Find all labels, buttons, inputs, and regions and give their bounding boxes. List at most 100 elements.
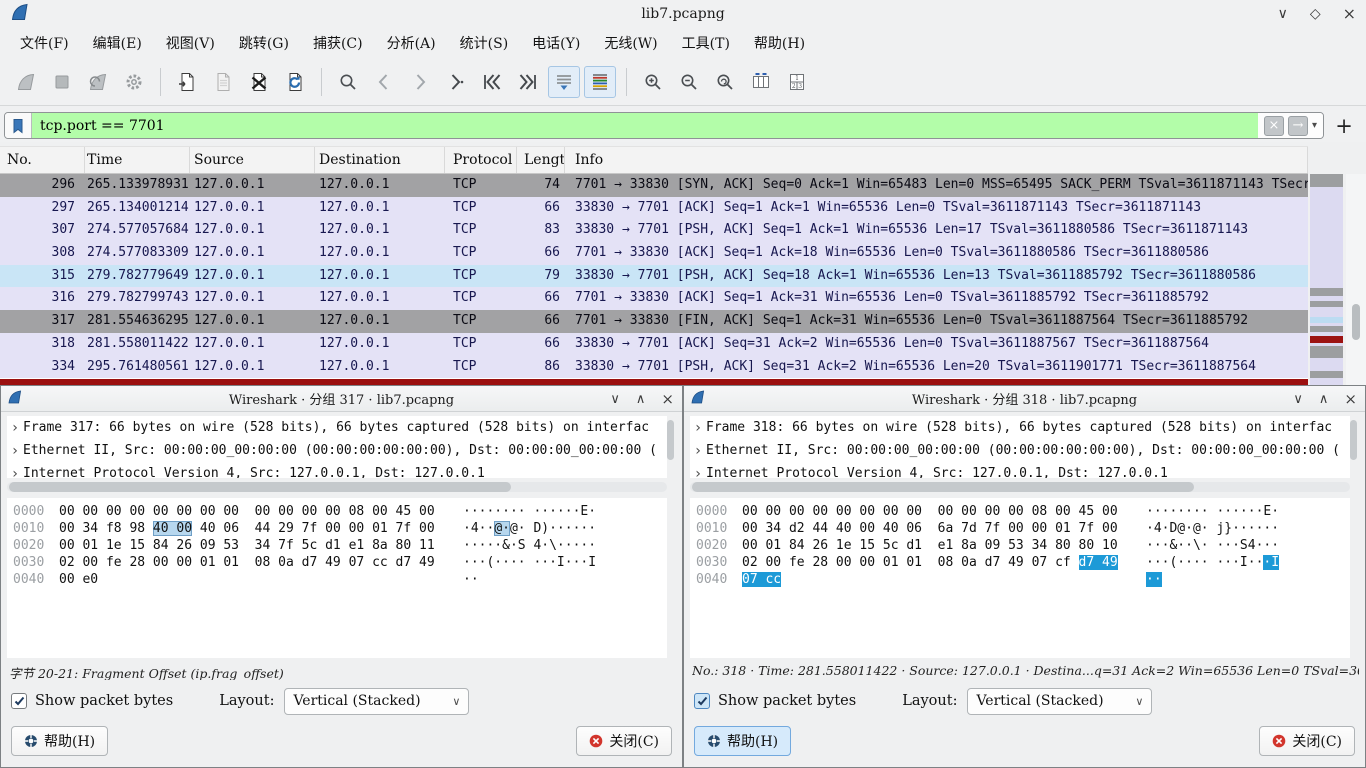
- auto-scroll-button[interactable]: [548, 66, 580, 98]
- restart-capture-button[interactable]: [82, 66, 114, 98]
- column-header-protocol[interactable]: Protocol: [445, 147, 517, 173]
- close-button[interactable]: ×: [661, 392, 674, 407]
- help-button[interactable]: 帮助(H): [11, 726, 108, 756]
- save-file-button[interactable]: [207, 66, 239, 98]
- go-last-button[interactable]: [512, 66, 544, 98]
- tree-horizontal-scrollbar[interactable]: [7, 482, 667, 492]
- column-header-no[interactable]: No.: [0, 147, 85, 173]
- packet-row[interactable]: 318281.558011422127.0.0.1127.0.0.1TCP663…: [0, 333, 1308, 356]
- resize-columns-button[interactable]: [745, 66, 777, 98]
- minimize-button[interactable]: ∨: [1278, 7, 1288, 21]
- capture-options-button[interactable]: [118, 66, 150, 98]
- hex-row[interactable]: 000000 00 00 00 00 00 00 00 00 00 00 00 …: [13, 503, 667, 520]
- close-button[interactable]: ×: [1344, 392, 1357, 407]
- packet-row[interactable]: 317281.554636295127.0.0.1127.0.0.1TCP667…: [0, 310, 1308, 333]
- menu-item[interactable]: 捕获(C): [301, 29, 375, 57]
- menu-item[interactable]: 视图(V): [154, 29, 227, 57]
- expander-icon[interactable]: ›: [7, 466, 23, 479]
- hex-row[interactable]: 003002 00 fe 28 00 00 01 01 08 0a d7 49 …: [13, 554, 667, 571]
- colorize-button[interactable]: [584, 66, 616, 98]
- close-file-button[interactable]: [243, 66, 275, 98]
- tree-row[interactable]: ›Frame 317: 66 bytes on wire (528 bits),…: [7, 416, 667, 439]
- minimize-button[interactable]: ∨: [610, 393, 620, 406]
- packet-row[interactable]: 308274.577083309127.0.0.1127.0.0.1TCP667…: [0, 242, 1308, 265]
- reload-file-button[interactable]: [279, 66, 311, 98]
- hex-row[interactable]: 003002 00 fe 28 00 00 01 01 08 0a d7 49 …: [696, 554, 1350, 571]
- packet-row-clipped-red[interactable]: [0, 378, 1308, 385]
- tree-horizontal-scrollbar[interactable]: [690, 482, 1350, 492]
- tree-row[interactable]: ›Internet Protocol Version 4, Src: 127.0…: [7, 462, 667, 478]
- zoom-in-button[interactable]: [637, 66, 669, 98]
- filter-add-button[interactable]: +: [1332, 112, 1356, 139]
- tree-row[interactable]: ›Frame 318: 66 bytes on wire (528 bits),…: [690, 416, 1350, 439]
- packet-row[interactable]: 307274.577057684127.0.0.1127.0.0.1TCP833…: [0, 219, 1308, 242]
- hex-row[interactable]: 004007 cc··: [696, 571, 1350, 588]
- menu-item[interactable]: 工具(T): [670, 29, 742, 57]
- start-capture-button[interactable]: [10, 66, 42, 98]
- packet-minimap-scrollbar[interactable]: [1310, 174, 1343, 385]
- filter-clear-button[interactable]: ×: [1264, 116, 1284, 136]
- dialog-title-bar[interactable]: Wireshark · 分组 317 · lib7.pcapng ∨ ∧ ×: [1, 386, 682, 412]
- open-file-button[interactable]: [171, 66, 203, 98]
- hex-row[interactable]: 002000 01 84 26 1e 15 5c d1 e1 8a 09 53 …: [696, 537, 1350, 554]
- expander-icon[interactable]: ›: [690, 466, 706, 479]
- packet-list-scrollbar[interactable]: [1346, 174, 1366, 385]
- tree-row[interactable]: ›Ethernet II, Src: 00:00:00_00:00:00 (00…: [7, 439, 667, 462]
- restore-button[interactable]: ∧: [1319, 393, 1329, 406]
- close-button[interactable]: ×: [1343, 6, 1356, 22]
- maximize-button[interactable]: ◇: [1310, 7, 1321, 21]
- hex-row[interactable]: 001000 34 f8 98 40 00 40 06 44 29 7f 00 …: [13, 520, 667, 537]
- column-header-length[interactable]: Length: [517, 147, 565, 173]
- column-header-destination[interactable]: Destination: [315, 147, 445, 173]
- go-first-button[interactable]: [476, 66, 508, 98]
- layout-select[interactable]: Vertical (Stacked) ∨: [284, 688, 469, 715]
- layout-grid-button[interactable]: 123: [781, 66, 813, 98]
- find-packet-button[interactable]: [332, 66, 364, 98]
- packet-row[interactable]: 296265.133978931127.0.0.1127.0.0.1TCP747…: [0, 174, 1308, 197]
- column-header-source[interactable]: Source: [190, 147, 315, 173]
- hex-row[interactable]: 004000 e0··: [13, 571, 667, 588]
- tree-row[interactable]: ›Ethernet II, Src: 00:00:00_00:00:00 (00…: [690, 439, 1350, 462]
- menu-item[interactable]: 跳转(G): [227, 29, 301, 57]
- show-packet-bytes-checkbox[interactable]: [11, 693, 27, 709]
- hex-row[interactable]: 001000 34 d2 44 40 00 40 06 6a 7d 7f 00 …: [696, 520, 1350, 537]
- restore-button[interactable]: ∧: [636, 393, 646, 406]
- close-dialog-button[interactable]: 关闭(C): [576, 726, 672, 756]
- dialog-title-bar[interactable]: Wireshark · 分组 318 · lib7.pcapng ∨ ∧ ×: [684, 386, 1365, 412]
- tree-scrollbar-handle[interactable]: [1350, 420, 1357, 460]
- menu-item[interactable]: 编辑(E): [81, 29, 154, 57]
- layout-select[interactable]: Vertical (Stacked) ∨: [967, 688, 1152, 715]
- help-button[interactable]: 帮助(H): [694, 726, 791, 756]
- scrollbar-handle[interactable]: [1352, 304, 1360, 340]
- column-header-info[interactable]: Info: [565, 147, 1308, 173]
- expander-icon[interactable]: ›: [7, 443, 23, 459]
- go-back-button[interactable]: [368, 66, 400, 98]
- menu-item[interactable]: 分析(A): [375, 29, 448, 57]
- filter-bookmark-button[interactable]: [5, 113, 32, 138]
- tree-scrollbar-handle[interactable]: [667, 420, 674, 460]
- hex-row[interactable]: 000000 00 00 00 00 00 00 00 00 00 00 00 …: [696, 503, 1350, 520]
- packet-row[interactable]: 316279.782799743127.0.0.1127.0.0.1TCP667…: [0, 287, 1308, 310]
- expander-icon[interactable]: ›: [7, 420, 23, 436]
- tree-row[interactable]: ›Internet Protocol Version 4, Src: 127.0…: [690, 462, 1350, 478]
- minimize-button[interactable]: ∨: [1293, 393, 1303, 406]
- go-forward-button[interactable]: [404, 66, 436, 98]
- zoom-reset-button[interactable]: [709, 66, 741, 98]
- zoom-out-button[interactable]: [673, 66, 705, 98]
- scrollbar-handle[interactable]: [9, 482, 511, 492]
- stop-capture-button[interactable]: [46, 66, 78, 98]
- packet-row[interactable]: 315279.782779649127.0.0.1127.0.0.1TCP793…: [0, 265, 1308, 288]
- filter-dropdown-caret[interactable]: ▾: [1312, 120, 1317, 131]
- filter-apply-button[interactable]: →: [1288, 116, 1308, 136]
- packet-row[interactable]: 297265.134001214127.0.0.1127.0.0.1TCP663…: [0, 197, 1308, 220]
- hex-row[interactable]: 002000 01 1e 15 84 26 09 53 34 7f 5c d1 …: [13, 537, 667, 554]
- show-packet-bytes-checkbox[interactable]: [694, 693, 710, 709]
- display-filter-input[interactable]: tcp.port == 7701: [32, 113, 1258, 138]
- column-header-time[interactable]: Time: [85, 147, 190, 173]
- expander-icon[interactable]: ›: [690, 420, 706, 436]
- menu-item[interactable]: 统计(S): [448, 29, 521, 57]
- close-dialog-button[interactable]: 关闭(C): [1259, 726, 1355, 756]
- packet-row[interactable]: 334295.761480561127.0.0.1127.0.0.1TCP863…: [0, 356, 1308, 379]
- expander-icon[interactable]: ›: [690, 443, 706, 459]
- scrollbar-handle[interactable]: [692, 482, 1194, 492]
